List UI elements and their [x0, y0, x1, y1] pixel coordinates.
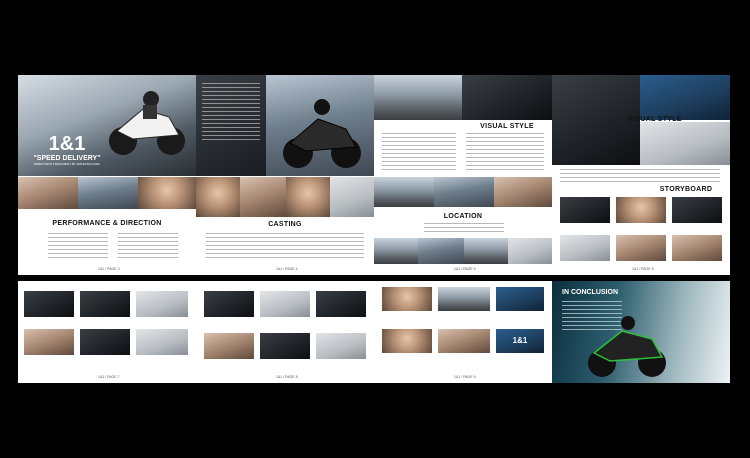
frame-7-1: [24, 291, 74, 317]
storyboard-frame-5: [616, 235, 666, 261]
frame-8-2: [260, 291, 310, 317]
storyboard-intro-text: [560, 169, 720, 183]
storyboard-frame-3: [672, 197, 722, 223]
motorcycle-icon: [109, 91, 185, 155]
location-photo-1: [374, 177, 434, 207]
frame-8-5: [260, 333, 310, 359]
frame-8-3: [316, 291, 366, 317]
location-photo-3: [494, 177, 552, 207]
cover-subtitle: DIRECTOR'S TREATMENT BY MATEUSZ DUDA: [33, 162, 101, 166]
storyboard-frame-1: [560, 197, 610, 223]
cover-strip-photo-1: [18, 177, 78, 209]
casting-heading: CASTING: [268, 221, 302, 228]
storyboard-page-8: 1&1 / PAGE 8: [196, 281, 374, 383]
storyboard-frame-6: [672, 235, 722, 261]
frame-7-2: [80, 291, 130, 317]
frame-9-6: 1&1: [496, 329, 544, 353]
page-number-4: 1&1 / PAGE 4: [276, 267, 298, 271]
casting-face-2: [240, 177, 286, 217]
frame-9-3: [496, 287, 544, 311]
storyboard-heading: STORYBOARD: [659, 186, 713, 193]
conclusion-page: IN CONCLUSION: [552, 281, 730, 383]
frame-9-1: [382, 287, 432, 311]
location-photo-2: [434, 177, 494, 207]
small-logo: 1&1: [512, 336, 528, 345]
frame-8-1: [204, 291, 254, 317]
conclusion-heading: IN CONCLUSION: [562, 289, 618, 296]
casting-text: [206, 233, 364, 259]
frame-7-4: [24, 329, 74, 355]
storyboard-page: VISUAL STYLE STORYBOARD 1&1 / PAGE 5: [552, 75, 730, 275]
casting-top-photo: [196, 75, 374, 176]
visual-photo-2: [462, 75, 552, 120]
location-photo-6: [464, 238, 508, 264]
cover-strip-photo-2: [78, 177, 138, 209]
visual-style-page: VISUAL STYLE LOCATION 1&1 / PAGE 5: [374, 75, 552, 275]
location-photo-7: [508, 238, 552, 264]
page-number-3: 1&1 / PAGE 3: [98, 267, 120, 271]
cover-page: 1&1 "SPEED DELIVERY" DIRECTOR'S TREATMEN…: [18, 75, 196, 275]
casting-intro-text: [202, 83, 260, 143]
location-photo-5: [418, 238, 464, 264]
frame-7-5: [80, 329, 130, 355]
frame-7-3: [136, 291, 188, 317]
frame-7-6: [136, 329, 188, 355]
frame-9-5: [438, 329, 490, 353]
casting-face-3: [286, 177, 330, 217]
location-text: [424, 223, 504, 235]
storyboard-photo-2: [640, 75, 730, 120]
storyboard-frame-2: [616, 197, 666, 223]
page-number-6: 1&1 / PAGE 5: [632, 267, 654, 271]
page-number-7: 1&1 / PAGE 7: [98, 375, 120, 379]
frame-8-4: [204, 333, 254, 359]
casting-face-4: [330, 177, 374, 217]
cover-logo: 1&1: [48, 133, 86, 155]
performance-text-left: [48, 233, 108, 259]
casting-bike-photo: [266, 75, 374, 176]
casting-page: CASTING 1&1 / PAGE 4: [196, 75, 374, 275]
storyboard-photo-3: [640, 122, 730, 165]
page-number-8: 1&1 / PAGE 8: [276, 375, 298, 379]
motorcycle-icon: [588, 316, 666, 377]
storyboard-page-9: 1&1 1&1 / PAGE 9: [374, 281, 552, 383]
cover-title-block: 1&1 "SPEED DELIVERY" DIRECTOR'S TREATMEN…: [22, 133, 112, 177]
frame-9-4: [382, 329, 432, 353]
page-number-5: 1&1 / PAGE 5: [454, 267, 476, 271]
location-photo-4: [374, 238, 418, 264]
storyboard-page-7: 1&1 / PAGE 7: [18, 281, 196, 383]
visual-style-heading: VISUAL STYLE: [480, 123, 534, 130]
performance-heading: PERFORMANCE & DIRECTION: [52, 220, 162, 227]
visual-style-text-right: [466, 133, 544, 173]
casting-face-1: [196, 177, 240, 217]
visual-photo-1: [374, 75, 462, 120]
performance-text-right: [118, 233, 178, 259]
visual-style-text-left: [382, 133, 456, 173]
storyboard-frame-4: [560, 235, 610, 261]
page-number-9: 1&1 / PAGE 9: [454, 375, 476, 379]
location-heading: LOCATION: [443, 213, 483, 220]
motorcycle-icon: [283, 99, 361, 168]
cover-strip-photo-3: [138, 177, 196, 209]
frame-9-2: [438, 287, 490, 311]
frame-8-6: [316, 333, 366, 359]
cover-title: "SPEED DELIVERY": [33, 155, 101, 162]
